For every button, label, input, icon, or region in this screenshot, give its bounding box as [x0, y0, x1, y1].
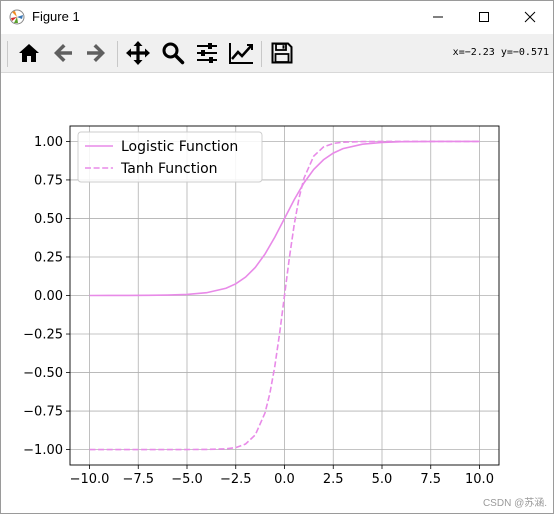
maximize-button[interactable] — [461, 1, 507, 33]
csdn-watermark: CSDN @苏涵. — [482, 498, 547, 509]
magnifier-icon — [162, 42, 185, 65]
forward-button[interactable] — [81, 38, 111, 68]
close-icon — [524, 11, 536, 23]
y-tick-label: 0.00 — [34, 289, 63, 304]
y-tick-label: 0.75 — [34, 173, 63, 188]
zoom-button[interactable] — [158, 38, 188, 68]
minimize-button[interactable] — [415, 1, 461, 33]
chart-line-icon — [229, 43, 253, 64]
legend-label: Logistic Function — [121, 139, 238, 155]
toolbar-separator — [261, 41, 262, 67]
customize-button[interactable] — [226, 38, 256, 68]
y-tick-label: 1.00 — [34, 135, 63, 150]
cursor-coordinates: x=−2.23 y=−0.571 — [452, 47, 549, 58]
minimize-icon — [433, 16, 443, 18]
home-icon — [19, 44, 39, 62]
x-tick-label: 10.0 — [465, 472, 494, 487]
x-tick-label: 7.5 — [420, 472, 441, 487]
x-tick-label: 2.5 — [323, 472, 344, 487]
home-button[interactable] — [14, 38, 44, 68]
y-tick-label: −0.50 — [23, 366, 63, 381]
x-tick-label: −2.5 — [220, 472, 252, 487]
matplotlib-icon — [9, 9, 25, 25]
line-chart[interactable]: −10.0 −7.5 −5.0 −2.5 0.0 2.5 5.0 7.5 10.0 1.00 0.7… — [1, 73, 553, 513]
floppy-disk-icon — [271, 42, 293, 64]
x-tick-label: −10.0 — [70, 472, 110, 487]
pan-button[interactable] — [123, 38, 153, 68]
close-button[interactable] — [507, 1, 553, 33]
sliders-icon — [197, 43, 217, 63]
subplots-button[interactable] — [192, 38, 222, 68]
move-icon — [126, 41, 150, 65]
save-button[interactable] — [267, 38, 297, 68]
y-tick-label: −0.75 — [23, 405, 63, 420]
maximize-icon — [479, 12, 489, 22]
figure-window: Figure 1 x=−2.23 y=−0.571 −10.0 −7.5 −5.… — [0, 0, 554, 514]
y-tick-label: 0.50 — [34, 212, 63, 227]
toolbar-separator — [117, 41, 118, 67]
legend-label: Tanh Function — [120, 161, 218, 177]
y-tick-label: 0.25 — [34, 250, 63, 265]
navigation-toolbar: x=−2.23 y=−0.571 — [1, 34, 553, 73]
y-tick-label: −0.25 — [23, 328, 63, 343]
back-button[interactable] — [48, 38, 78, 68]
arrow-right-icon — [87, 44, 105, 62]
x-tick-label: −5.0 — [171, 472, 203, 487]
figure-canvas[interactable]: −10.0 −7.5 −5.0 −2.5 0.0 2.5 5.0 7.5 10.0 1.00 0.7… — [1, 73, 553, 513]
x-tick-label: 5.0 — [372, 472, 393, 487]
y-tick-label: −1.00 — [23, 443, 63, 458]
arrow-left-icon — [54, 44, 72, 62]
toolbar-separator — [7, 41, 8, 67]
x-tick-label: 0.0 — [274, 472, 295, 487]
x-tick-label: −7.5 — [122, 472, 154, 487]
window-title: Figure 1 — [32, 9, 80, 24]
title-bar: Figure 1 — [1, 1, 553, 33]
